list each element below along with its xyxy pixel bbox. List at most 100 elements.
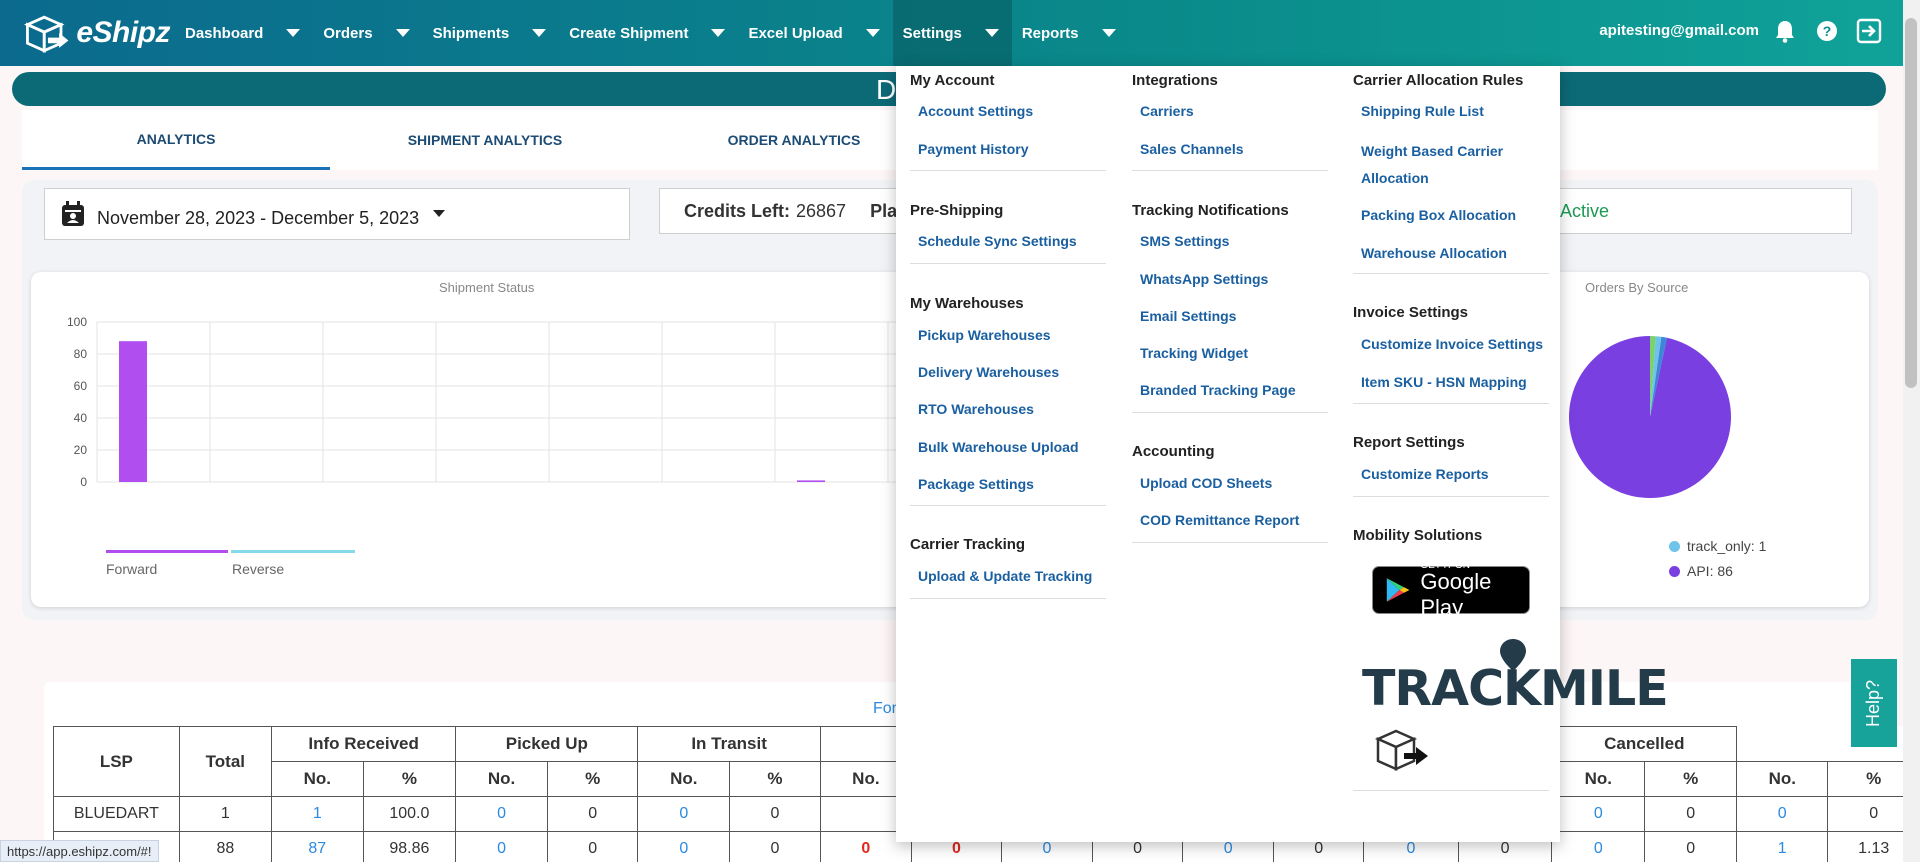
menu-email-settings[interactable]: Email Settings <box>1140 303 1236 330</box>
menu-payment-history[interactable]: Payment History <box>918 136 1028 163</box>
col-subheader-percent: % <box>546 761 639 797</box>
nav-shipments[interactable]: Shipments <box>423 0 520 66</box>
cell-count[interactable]: 1 <box>1736 831 1829 862</box>
nav-orders-chevron-down-icon[interactable] <box>383 0 423 66</box>
nav-reports[interactable]: Reports <box>1012 0 1089 66</box>
menu-delivery-warehouses[interactable]: Delivery Warehouses <box>918 359 1059 386</box>
cell-lsp: BLUEDART <box>53 796 180 832</box>
credits-label: Credits Left: <box>684 200 791 221</box>
orders-by-source-chart-title: Orders By Source <box>1585 280 1689 295</box>
menu-account-settings[interactable]: Account Settings <box>918 98 1033 125</box>
date-range-chevron-down-icon[interactable] <box>433 209 446 217</box>
nav-shipments-chevron-down-icon[interactable] <box>519 0 559 66</box>
menu-divider <box>910 170 1106 171</box>
col-subheader-no: No. <box>637 761 731 797</box>
menu-cod-remittance-report[interactable]: COD Remittance Report <box>1140 507 1299 534</box>
cell-count[interactable]: 0 <box>455 796 548 832</box>
eshipz-box-icon[interactable] <box>1372 723 1432 779</box>
legend-reverse-swatch <box>231 550 355 553</box>
help-tab[interactable]: Help? <box>1851 659 1897 747</box>
col-subheader-no: No. <box>271 761 364 797</box>
menu-divider <box>1353 496 1549 497</box>
menu-upload-update-tracking[interactable]: Upload & Update Tracking <box>918 563 1092 590</box>
legend-reverse[interactable]: Reverse <box>232 561 284 577</box>
cell-total: 1 <box>178 796 273 832</box>
menu-item-sku-hsn-mapping[interactable]: Item SKU - HSN Mapping <box>1361 369 1527 396</box>
col-header-info-received: Info Received <box>271 726 457 762</box>
col-subheader-percent: % <box>1644 761 1738 797</box>
bar-forward-0[interactable] <box>119 341 147 482</box>
pie-legend-label: track_only: 1 <box>1687 538 1767 554</box>
nav-excel-upload[interactable]: Excel Upload <box>738 0 852 66</box>
nav-settings[interactable]: Settings <box>892 0 972 66</box>
cell-count[interactable]: 87 <box>271 831 364 862</box>
menu-head-mobility-solutions: Mobility Solutions <box>1353 527 1483 544</box>
menu-schedule-sync-settings[interactable]: Schedule Sync Settings <box>918 228 1077 255</box>
menu-carriers[interactable]: Carriers <box>1140 98 1194 125</box>
settings-dropdown-menu: My Account Account Settings Payment Hist… <box>896 66 1669 842</box>
y-tick-label: 40 <box>74 411 88 425</box>
google-play-icon <box>1386 578 1410 602</box>
bar-forward-6[interactable] <box>797 480 825 482</box>
google-play-badge[interactable]: GET IT ON Google Play <box>1372 560 1530 620</box>
col-header-picked-up: Picked Up <box>455 726 639 762</box>
nav-dashboard[interactable]: Dashboard <box>175 0 273 66</box>
menu-tracking-widget[interactable]: Tracking Widget <box>1140 340 1248 367</box>
pie-legend-item[interactable]: track_only: 1 <box>1669 538 1766 554</box>
col-header-total: Total <box>178 726 273 797</box>
cell-count[interactable]: 0 <box>637 831 731 862</box>
pie-legend-swatch <box>1669 540 1680 552</box>
nav-excel-upload-chevron-down-icon[interactable] <box>853 0 893 66</box>
menu-customize-reports[interactable]: Customize Reports <box>1361 461 1489 488</box>
nav-orders[interactable]: Orders <box>313 0 382 66</box>
tab-shipment-analytics[interactable]: SHIPMENT ANALYTICS <box>331 110 639 170</box>
tab-analytics[interactable]: ANALYTICS <box>22 110 330 170</box>
menu-sms-settings[interactable]: SMS Settings <box>1140 228 1229 255</box>
nav-create-shipment[interactable]: Create Shipment <box>559 0 698 66</box>
user-email[interactable]: apitesting@gmail.com <box>1599 22 1759 39</box>
menu-rto-warehouses[interactable]: RTO Warehouses <box>918 396 1034 423</box>
menu-packing-box-allocation[interactable]: Packing Box Allocation <box>1361 202 1516 229</box>
help-icon[interactable]: ? <box>1814 18 1840 44</box>
cell-count[interactable]: 1 <box>271 796 364 832</box>
status-url: https://app.eshipz.com/#! <box>0 840 159 862</box>
menu-shipping-rule-list[interactable]: Shipping Rule List <box>1361 98 1484 125</box>
menu-divider <box>1132 542 1328 543</box>
nav-dashboard-chevron-down-icon[interactable] <box>273 0 313 66</box>
y-tick-label: 100 <box>67 315 87 329</box>
cell-count[interactable]: 0 <box>1551 796 1646 832</box>
menu-pickup-warehouses[interactable]: Pickup Warehouses <box>918 322 1051 349</box>
bell-icon[interactable] <box>1772 18 1798 44</box>
pie-slice-3[interactable] <box>1569 336 1731 498</box>
menu-sales-channels[interactable]: Sales Channels <box>1140 136 1244 163</box>
menu-bulk-warehouse-upload[interactable]: Bulk Warehouse Upload <box>918 434 1079 461</box>
trackmile-logo[interactable]: TRACKMILE <box>1362 638 1669 718</box>
y-tick-label: 20 <box>74 443 88 457</box>
cell-count[interactable]: 0 <box>1736 796 1829 832</box>
logout-icon[interactable] <box>1856 18 1882 44</box>
menu-divider <box>1353 790 1549 791</box>
menu-head-tracking-notifications: Tracking Notifications <box>1132 202 1289 219</box>
nav-reports-chevron-down-icon[interactable] <box>1089 0 1129 66</box>
menu-weight-based-carrier-allocation[interactable]: Weight Based Carrier Allocation <box>1361 138 1521 192</box>
cell-count[interactable]: 0 <box>1551 831 1646 862</box>
cell-count[interactable]: 0 <box>637 796 731 832</box>
menu-branded-tracking-page[interactable]: Branded Tracking Page <box>1140 377 1296 404</box>
menu-upload-cod-sheets[interactable]: Upload COD Sheets <box>1140 470 1272 497</box>
nav-settings-chevron-down-icon[interactable] <box>971 0 1012 66</box>
menu-package-settings[interactable]: Package Settings <box>918 471 1034 498</box>
scrollbar-thumb[interactable] <box>1905 18 1917 388</box>
menu-whatsapp-settings[interactable]: WhatsApp Settings <box>1140 266 1268 293</box>
pie-legend-item[interactable]: API: 86 <box>1669 563 1733 579</box>
menu-warehouse-allocation[interactable]: Warehouse Allocation <box>1361 240 1507 267</box>
menu-head-carrier-allocation-rules: Carrier Allocation Rules <box>1353 72 1524 89</box>
y-tick-label: 80 <box>74 347 88 361</box>
menu-customize-invoice-settings[interactable]: Customize Invoice Settings <box>1361 331 1543 358</box>
date-range-picker[interactable]: November 28, 2023 - December 5, 2023 <box>44 188 630 240</box>
legend-forward[interactable]: Forward <box>106 561 157 577</box>
plan-status: Active <box>1560 200 1610 221</box>
logo[interactable]: eShipz <box>20 8 170 58</box>
nav-create-shipment-chevron-down-icon[interactable] <box>698 0 738 66</box>
col-subheader-no: No. <box>1736 761 1829 797</box>
cell-count[interactable]: 0 <box>455 831 548 862</box>
